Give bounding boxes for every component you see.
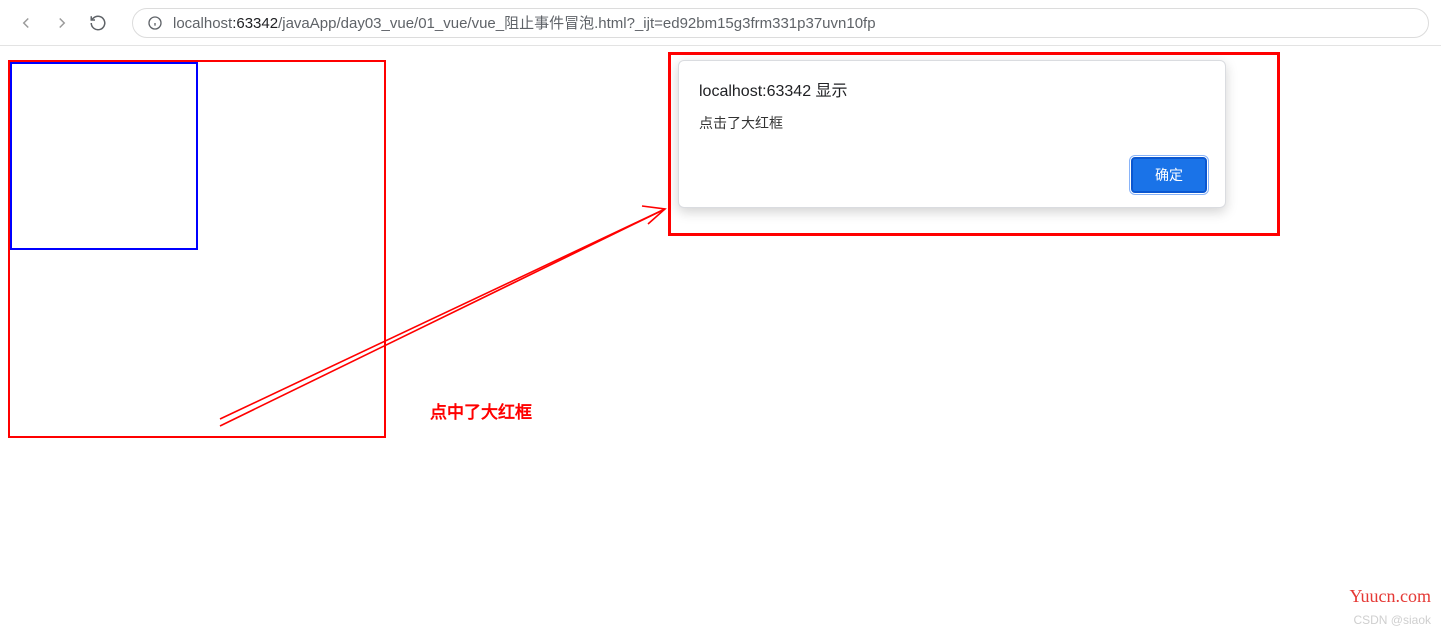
url-text: localhost:63342/javaApp/day03_vue/01_vue… (173, 12, 876, 33)
site-info-icon[interactable] (147, 15, 163, 31)
forward-button[interactable] (48, 9, 76, 37)
page-viewport: 点中了大红框 localhost:63342 显示 点击了大红框 确定 Yuuc… (0, 46, 1441, 636)
url-host-black: :63342 (232, 15, 278, 32)
alert-dialog: localhost:63342 显示 点击了大红框 确定 (678, 60, 1226, 208)
outer-red-box[interactable] (8, 60, 386, 438)
watermark-site: Yuucn.com (1350, 582, 1431, 611)
back-button[interactable] (12, 9, 40, 37)
watermark-csdn: CSDN @siaok (1350, 611, 1431, 630)
url-host-gray: localhost (173, 15, 232, 32)
address-bar[interactable]: localhost:63342/javaApp/day03_vue/01_vue… (132, 8, 1429, 38)
alert-dialog-message: 点击了大红框 (699, 113, 1207, 133)
alert-dialog-title: localhost:63342 显示 (699, 77, 1207, 101)
alert-dialog-actions: 确定 (699, 157, 1207, 193)
annotation-label: 点中了大红框 (430, 398, 532, 423)
ok-button[interactable]: 确定 (1131, 157, 1207, 193)
watermark-area: Yuucn.com CSDN @siaok (1350, 582, 1431, 630)
inner-blue-box[interactable] (10, 62, 198, 250)
browser-toolbar: localhost:63342/javaApp/day03_vue/01_vue… (0, 0, 1441, 46)
reload-button[interactable] (84, 9, 112, 37)
url-path: /javaApp/day03_vue/01_vue/vue_阻止事件冒泡.htm… (278, 15, 875, 32)
